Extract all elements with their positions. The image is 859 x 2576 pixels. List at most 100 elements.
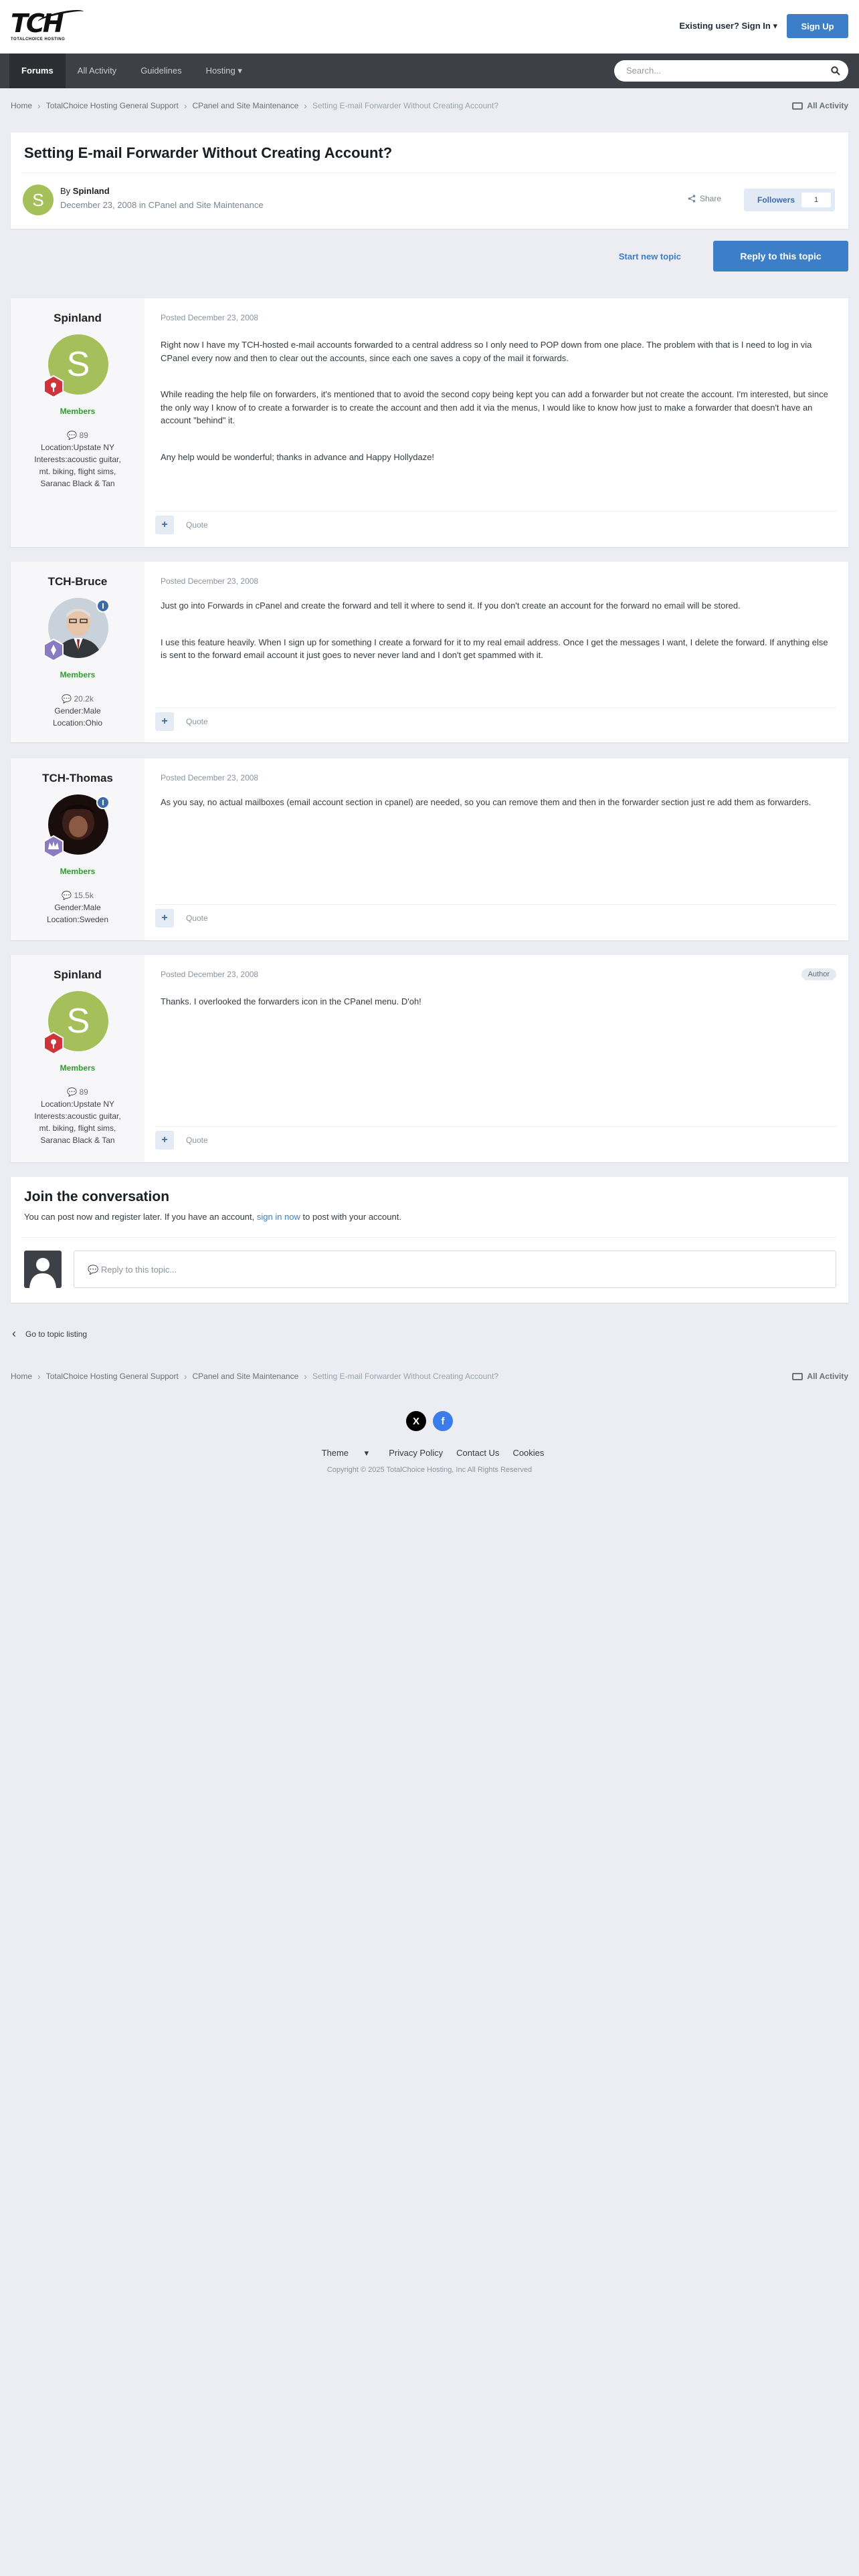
post-content: Thanks. I overlooked the forwarders icon…	[161, 995, 832, 1032]
post-paragraph: As you say, no actual mailboxes (email a…	[161, 797, 812, 807]
go-to-topic-listing-link[interactable]: ‹ Go to topic listing	[12, 1327, 87, 1341]
site-logo[interactable]: TCH TOTALCHOICE HOSTING	[11, 7, 85, 44]
post-paragraph: While reading the help file on forwarder…	[161, 389, 828, 425]
forum-link[interactable]: CPanel and Site Maintenance	[149, 200, 264, 210]
quote-button[interactable]: Quote	[186, 717, 208, 726]
plus-icon[interactable]: +	[155, 908, 174, 928]
site-header: TCH TOTALCHOICE HOSTING Existing user? S…	[0, 0, 859, 53]
guest-avatar-icon	[24, 1251, 62, 1288]
facebook-icon[interactable]: f	[433, 1411, 453, 1431]
post-controls: + Quote	[155, 708, 836, 734]
topic-meta: December 23, 2008 in CPanel and Site Mai…	[60, 200, 264, 210]
rank-badge-icon	[43, 374, 64, 399]
search-input[interactable]	[626, 66, 820, 76]
author-stats: 💬 20.2k Gender:Male Location:Ohio	[11, 693, 145, 729]
author-interests: Interests:acoustic guitar, mt. biking, f…	[34, 455, 121, 488]
chevron-right-icon: ›	[304, 1371, 307, 1382]
nav-forums[interactable]: Forums	[9, 53, 66, 88]
comment-icon: 💬	[62, 694, 72, 704]
nav-guidelines[interactable]: Guidelines	[128, 53, 193, 88]
quote-button[interactable]: Quote	[186, 520, 208, 530]
topic-actions: Start new topic Reply to this topic	[619, 241, 848, 272]
author-location: Location:Upstate NY	[40, 443, 115, 452]
author-name[interactable]: Spinland	[11, 968, 145, 982]
comment-icon: 💬	[62, 891, 72, 900]
nav-all-activity[interactable]: All Activity	[66, 53, 129, 88]
avatar[interactable]: S	[23, 185, 54, 215]
author-name[interactable]: Spinland	[11, 312, 145, 325]
quote-button[interactable]: Quote	[186, 1136, 208, 1145]
author-location: Location:Sweden	[46, 915, 109, 924]
footer-links: Theme ▾ Privacy Policy Contact Us Cookie…	[0, 1448, 859, 1459]
privacy-policy-link[interactable]: Privacy Policy	[389, 1448, 443, 1459]
post-paragraph: Right now I have my TCH-hosted e-mail ac…	[161, 340, 812, 363]
sign-in-now-link[interactable]: sign in now	[257, 1212, 300, 1222]
breadcrumb-current: Setting E-mail Forwarder Without Creatin…	[312, 1372, 499, 1381]
breadcrumb-home[interactable]: Home	[11, 1372, 32, 1381]
chevron-right-icon: ›	[183, 100, 187, 111]
join-conversation: Join the conversation You can post now a…	[11, 1177, 848, 1303]
activity-icon	[792, 1372, 803, 1380]
author-gender: Gender:Male	[54, 903, 101, 912]
post-count: 💬 15.5k	[62, 891, 94, 900]
post-paragraph: Any help would be wonderful; thanks in a…	[161, 451, 435, 462]
theme-menu[interactable]: Theme ▾	[315, 1448, 376, 1459]
post-date: Posted December 23, 2008	[161, 970, 259, 979]
comment-icon: 💬	[67, 431, 78, 440]
breadcrumb-general-support[interactable]: TotalChoice Hosting General Support	[46, 1372, 179, 1381]
post-count: 💬 89	[67, 1087, 88, 1097]
contact-us-link[interactable]: Contact Us	[456, 1448, 499, 1459]
chevron-left-icon: ‹	[12, 1327, 16, 1340]
breadcrumb-general-support[interactable]: TotalChoice Hosting General Support	[46, 101, 179, 110]
sign-in-link[interactable]: Existing user? Sign In ▾	[679, 21, 777, 31]
caret-down-icon: ▾	[237, 66, 242, 76]
post: Spinland S Members 💬 89 Location:Upstate…	[11, 955, 848, 1162]
cookies-link[interactable]: Cookies	[512, 1448, 544, 1459]
author-stats: 💬 15.5k Gender:Male Location:Sweden	[11, 889, 145, 926]
rank-badge-icon	[43, 1031, 64, 1055]
author-name[interactable]: TCH-Thomas	[11, 772, 145, 785]
plus-icon[interactable]: +	[155, 1130, 174, 1150]
author-stats: 💬 89 Location:Upstate NY Interests:acous…	[11, 429, 145, 490]
author-stats: 💬 89 Location:Upstate NY Interests:acous…	[11, 1086, 145, 1146]
plus-icon[interactable]: +	[155, 515, 174, 534]
activity-icon	[792, 102, 803, 110]
start-new-topic-link[interactable]: Start new topic	[619, 251, 681, 261]
main-nav: Forums All Activity Guidelines Hosting ▾	[0, 53, 859, 88]
post-content: Right now I have my TCH-hosted e-mail ac…	[161, 338, 832, 487]
divider	[23, 1237, 836, 1238]
sign-up-button[interactable]: Sign Up	[787, 14, 848, 38]
followers-button[interactable]: Followers 1	[744, 189, 835, 211]
nav-hosting[interactable]: Hosting ▾	[194, 53, 254, 88]
rank-badge-icon	[43, 835, 64, 859]
member-group: Members	[60, 1063, 96, 1073]
breadcrumb-home[interactable]: Home	[11, 101, 32, 110]
author-location: Location:Upstate NY	[40, 1099, 115, 1109]
plus-icon[interactable]: +	[155, 712, 174, 731]
x-social-icon[interactable]: X	[406, 1411, 426, 1431]
search-bar	[614, 60, 848, 82]
breadcrumb-cpanel[interactable]: CPanel and Site Maintenance	[192, 101, 298, 110]
breadcrumb-cpanel[interactable]: CPanel and Site Maintenance	[192, 1372, 298, 1381]
search-icon[interactable]	[831, 66, 840, 76]
share-button[interactable]: Share	[688, 194, 721, 203]
topic-author: By Spinland	[60, 186, 110, 196]
post-paragraph: Just go into Forwards in cPanel and crea…	[161, 601, 741, 611]
author-link[interactable]: Spinland	[73, 186, 110, 196]
all-activity-link[interactable]: All Activity	[792, 101, 848, 110]
reply-placeholder: Reply to this topic...	[100, 1265, 177, 1275]
all-activity-link[interactable]: All Activity	[792, 1372, 848, 1381]
post: Spinland S Members 💬 89 Location:Upstate…	[11, 298, 848, 547]
author-name[interactable]: TCH-Bruce	[11, 575, 145, 588]
post: TCH-Thomas Members 💬 15.5k Gender:Male L…	[11, 758, 848, 940]
chevron-right-icon: ›	[183, 1371, 187, 1382]
reply-editor[interactable]: 💬 Reply to this topic...	[74, 1251, 836, 1288]
post-paragraph: Thanks. I overlooked the forwarders icon…	[161, 996, 421, 1006]
reputation-badge-icon	[96, 599, 110, 613]
post: TCH-Bruce Members 💬 20.2k Gender:Male Lo…	[11, 562, 848, 742]
quote-button[interactable]: Quote	[186, 914, 208, 923]
logo-subtitle: TOTALCHOICE HOSTING	[11, 37, 66, 41]
post-paragraph: I use this feature heavily. When I sign …	[161, 637, 828, 661]
reply-to-topic-button[interactable]: Reply to this topic	[713, 241, 848, 272]
breadcrumb-current: Setting E-mail Forwarder Without Creatin…	[312, 101, 499, 110]
